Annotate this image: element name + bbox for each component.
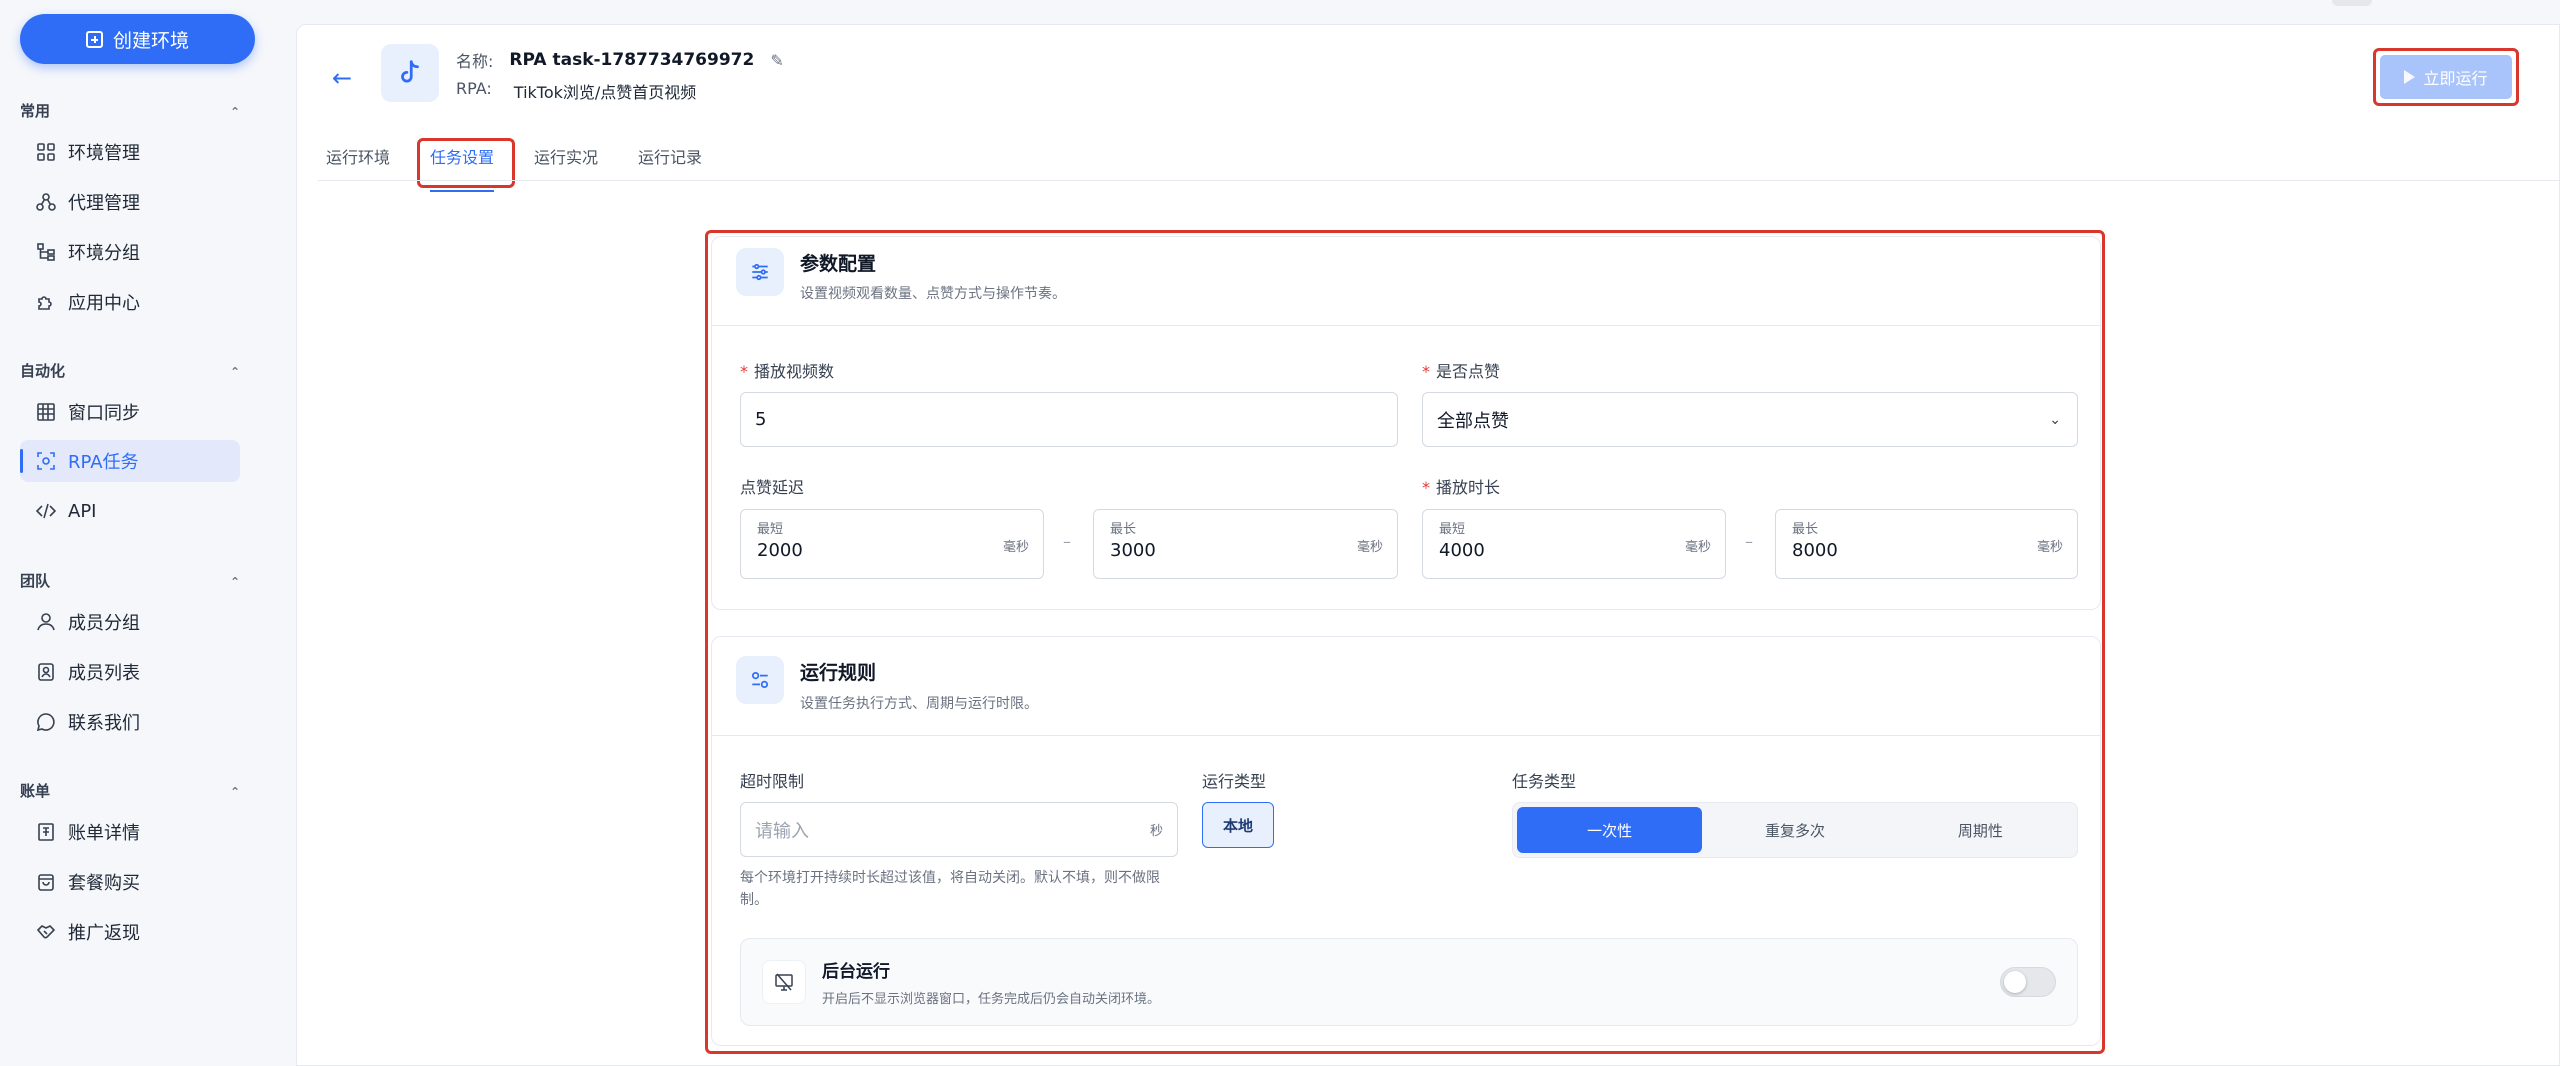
- settings-highlight-box: [705, 230, 2105, 1054]
- tab-bar: 运行环境 任务设置 运行实况 运行记录: [326, 142, 742, 192]
- avatar[interactable]: [2332, 0, 2372, 6]
- run-now-highlight: 立即运行: [2373, 48, 2519, 106]
- bag-icon: [36, 872, 56, 892]
- create-environment-label: 创建环境: [112, 29, 189, 52]
- sidebar-item-bill-details[interactable]: 账单详情: [20, 811, 240, 853]
- run-now-button[interactable]: 立即运行: [2380, 55, 2512, 99]
- user-icon: [36, 612, 56, 632]
- code-icon: [36, 501, 56, 521]
- sidebar-item-member-groups[interactable]: 成员分组: [20, 601, 240, 643]
- contact-icon: [36, 662, 56, 682]
- tab-run-live[interactable]: 运行实况: [534, 142, 598, 182]
- task-name-value: RPA task-1787734769972: [509, 50, 755, 70]
- play-icon: [2404, 70, 2416, 84]
- sidebar-item-api[interactable]: API: [20, 490, 240, 532]
- sidebar-item-app-center[interactable]: 应用中心: [20, 281, 240, 323]
- sidebar-item-contact-us[interactable]: 联系我们: [20, 701, 240, 743]
- chat-icon: [36, 712, 56, 732]
- sidebar-group-team[interactable]: 团队 ⌄: [20, 570, 240, 591]
- puzzle-icon: [36, 292, 56, 312]
- rpa-row: RPA: TikTok浏览/点赞首页视频: [456, 79, 696, 103]
- sidebar-item-environment-groups[interactable]: 环境分组: [20, 231, 240, 273]
- sidebar-item-plan-purchase[interactable]: 套餐购买: [20, 861, 240, 903]
- sidebar-item-referral-cashback[interactable]: 推广返现: [20, 911, 240, 953]
- sidebar-item-member-list[interactable]: 成员列表: [20, 651, 240, 693]
- scan-icon: [36, 451, 56, 471]
- chevron-up-icon: ⌄: [229, 783, 240, 798]
- tree-icon: [36, 242, 56, 262]
- sidebar: 创建环境 常用 ⌄ 环境管理 代理管理 环境分组 应用中心 自动化 ⌄ 窗口同步…: [0, 0, 276, 1066]
- rpa-value: TikTok浏览/点赞首页视频: [513, 83, 697, 102]
- sidebar-group-common[interactable]: 常用 ⌄: [20, 100, 240, 121]
- tab-run-environment[interactable]: 运行环境: [326, 142, 390, 182]
- task-name-row: 名称: RPA task-1787734769972 ✎: [456, 48, 784, 72]
- back-arrow-icon[interactable]: ←: [332, 64, 352, 92]
- name-label: 名称:: [456, 52, 494, 71]
- sidebar-item-proxy-management[interactable]: 代理管理: [20, 181, 240, 223]
- tabs-divider: [318, 180, 2560, 181]
- sidebar-item-rpa-tasks[interactable]: RPA任务: [20, 440, 240, 482]
- tiktok-icon: [381, 44, 439, 102]
- grid-icon: [36, 142, 56, 162]
- sidebar-group-automation[interactable]: 自动化 ⌄: [20, 360, 240, 381]
- sidebar-item-environment-management[interactable]: 环境管理: [20, 131, 240, 173]
- sidebar-group-billing[interactable]: 账单 ⌄: [20, 780, 240, 801]
- rpa-label: RPA:: [456, 79, 492, 98]
- edit-pencil-icon[interactable]: ✎: [770, 51, 783, 70]
- table-icon: [36, 402, 56, 422]
- network-icon: [36, 192, 56, 212]
- chevron-up-icon: ⌄: [229, 363, 240, 378]
- create-environment-button[interactable]: 创建环境: [20, 14, 255, 64]
- sidebar-item-window-sync[interactable]: 窗口同步: [20, 391, 240, 433]
- chevron-up-icon: ⌄: [229, 103, 240, 118]
- bill-icon: [36, 822, 56, 842]
- chevron-up-icon: ⌄: [229, 573, 240, 588]
- plus-square-icon: [85, 30, 103, 48]
- tab-run-records[interactable]: 运行记录: [638, 142, 702, 182]
- handshake-icon: [36, 922, 56, 942]
